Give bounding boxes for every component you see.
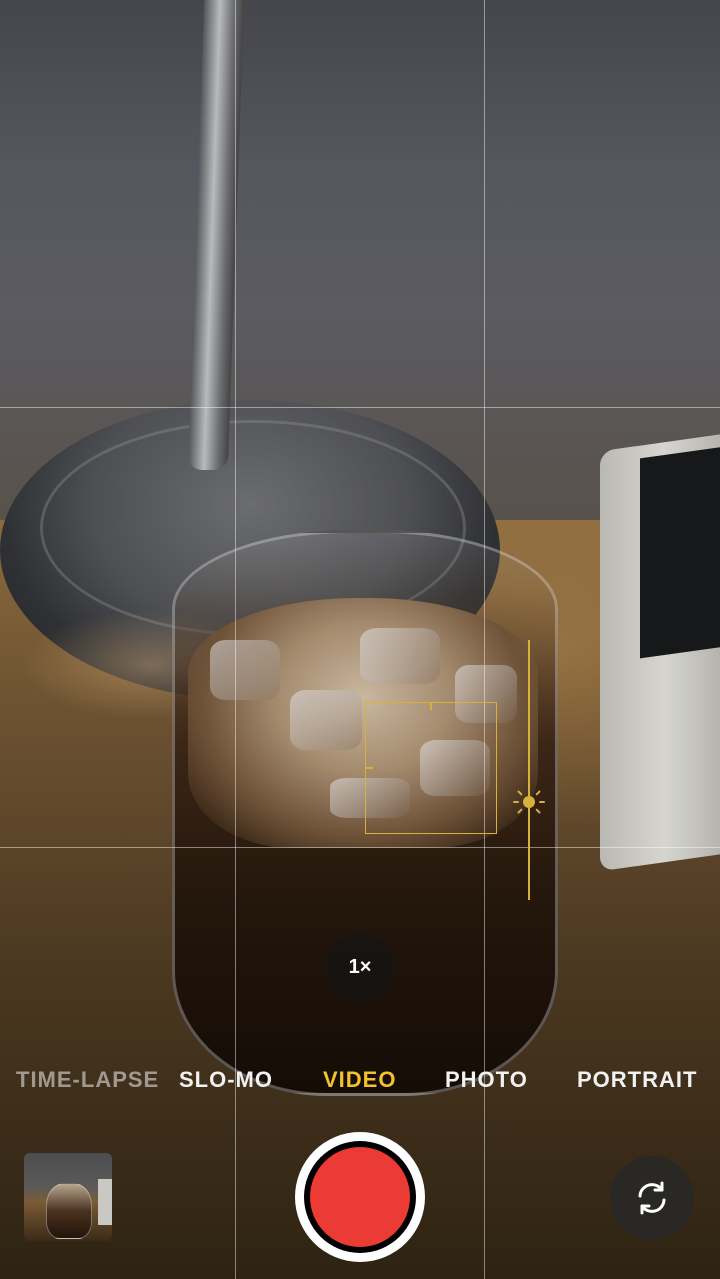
scene-ice-cube	[290, 690, 362, 750]
scene-ice-cube	[360, 628, 440, 684]
camera-flip-button[interactable]	[610, 1156, 694, 1240]
last-capture-thumbnail[interactable]	[24, 1153, 112, 1241]
zoom-button[interactable]: 1×	[326, 933, 394, 1001]
thumbnail-glass-image	[46, 1183, 92, 1239]
exposure-slider[interactable]	[528, 640, 530, 900]
grid-line-horizontal	[0, 407, 720, 408]
mode-photo[interactable]: PHOTO	[445, 1058, 528, 1102]
mode-video[interactable]: VIDEO	[323, 1058, 396, 1102]
camera-viewfinder[interactable]: 1× TIME-LAPSE SLO-MO VIDEO PHOTO PORTRAI…	[0, 0, 720, 1279]
mode-time-lapse[interactable]: TIME-LAPSE	[16, 1058, 159, 1102]
focus-box[interactable]	[365, 702, 497, 834]
sun-exposure-icon[interactable]	[512, 785, 546, 819]
mode-portrait[interactable]: PORTRAIT	[577, 1058, 697, 1102]
camera-flip-icon	[638, 1181, 666, 1215]
mode-selector[interactable]: TIME-LAPSE SLO-MO VIDEO PHOTO PORTRAIT	[0, 1058, 720, 1102]
scene-box-inner	[640, 441, 720, 659]
thumbnail-box-image	[98, 1179, 112, 1225]
grid-line-horizontal	[0, 847, 720, 848]
record-button-ring	[304, 1141, 416, 1253]
camera-controls	[0, 1118, 720, 1279]
scene-ice-cube	[210, 640, 280, 700]
record-button[interactable]	[295, 1132, 425, 1262]
mode-slo-mo[interactable]: SLO-MO	[179, 1058, 273, 1102]
record-button-fill	[310, 1147, 410, 1247]
